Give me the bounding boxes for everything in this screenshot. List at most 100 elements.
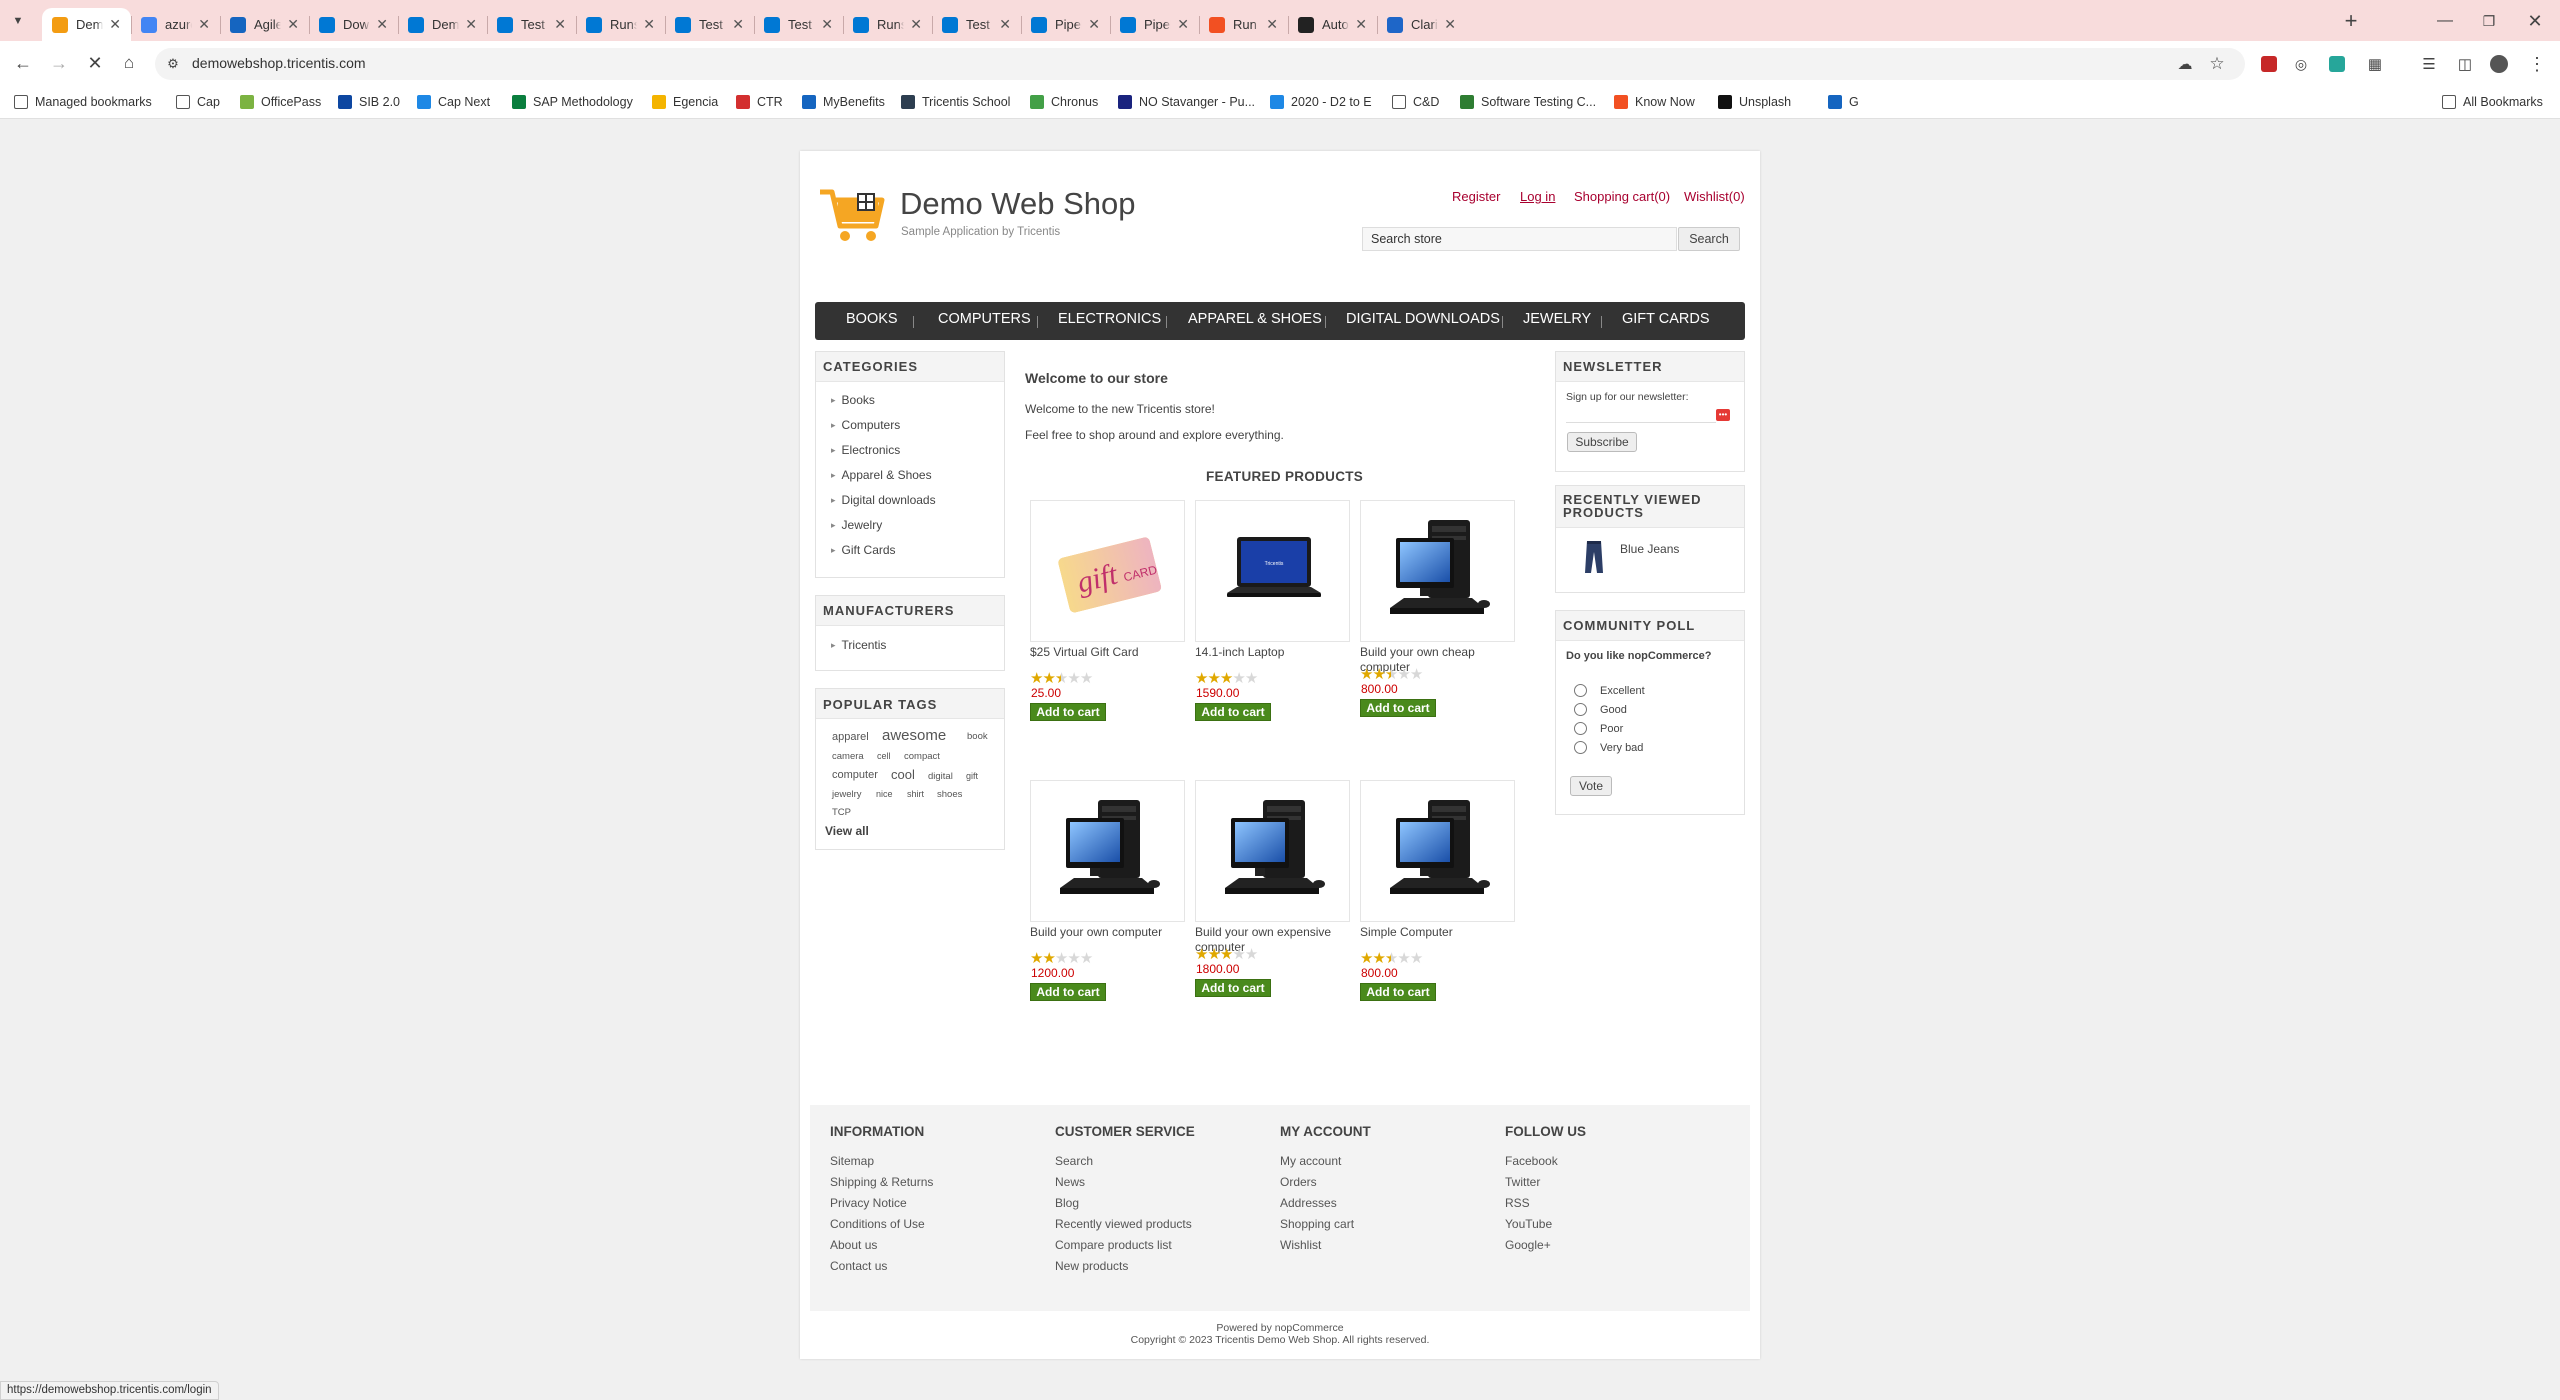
product-title[interactable]: 14.1-inch Laptop xyxy=(1195,645,1355,660)
stop-loading-icon[interactable]: ✕ xyxy=(84,52,106,74)
product-image-box[interactable] xyxy=(1360,500,1515,642)
footer-link[interactable]: Privacy Notice xyxy=(830,1196,907,1210)
category-link[interactable]: Jewelry xyxy=(831,518,883,532)
search-input[interactable] xyxy=(1363,228,1675,250)
nav-item-books[interactable]: BOOKS xyxy=(846,311,898,327)
browser-tab[interactable]: Run automated tests ✕ xyxy=(1199,8,1288,41)
poll-option-label[interactable]: Very bad xyxy=(1600,742,1643,754)
tag-link[interactable]: TCP xyxy=(832,807,851,818)
nav-item-computers[interactable]: COMPUTERS xyxy=(938,311,1031,327)
browser-tab[interactable]: Test plans - Tests ✕ xyxy=(754,8,843,41)
close-tab-icon[interactable]: ✕ xyxy=(1444,16,1456,33)
url-text[interactable]: demowebshop.tricentis.com xyxy=(192,55,366,71)
tag-link[interactable]: gift xyxy=(966,771,978,781)
shop-logo-cart-icon[interactable] xyxy=(818,186,888,246)
close-tab-icon[interactable]: ✕ xyxy=(821,16,833,33)
forward-icon[interactable]: → xyxy=(48,52,70,74)
category-link[interactable]: Electronics xyxy=(831,443,901,457)
tag-link[interactable]: jewelry xyxy=(832,789,862,800)
browser-tab[interactable]: azure devops ✕ xyxy=(131,8,220,41)
tag-link[interactable]: nice xyxy=(876,789,893,799)
nav-item-jewelry[interactable]: JEWELRY xyxy=(1523,311,1591,327)
poll-option-radio[interactable] xyxy=(1574,741,1587,754)
poll-option-radio[interactable] xyxy=(1574,684,1587,697)
bookmark-item[interactable]: SAP Methodology xyxy=(512,93,633,111)
tab-search-icon[interactable]: ▼ xyxy=(8,11,28,31)
footer-link[interactable]: New products xyxy=(1055,1259,1128,1273)
extension-icon[interactable] xyxy=(2329,56,2345,72)
nav-item-electronics[interactable]: ELECTRONICS xyxy=(1058,311,1161,327)
browser-tab[interactable]: Test plans - Tests ✕ xyxy=(665,8,754,41)
bookmark-item[interactable]: CTR xyxy=(736,93,783,111)
password-manager-icon[interactable]: ••• xyxy=(1716,409,1730,421)
minimize-icon[interactable]: — xyxy=(2434,10,2456,32)
add-to-cart-button[interactable]: Add to cart xyxy=(1195,703,1271,721)
bookmark-item[interactable]: Unsplash xyxy=(1718,93,1791,111)
close-window-icon[interactable]: ✕ xyxy=(2524,10,2546,32)
login-link[interactable]: Log in xyxy=(1520,189,1555,204)
search-button[interactable]: Search xyxy=(1678,227,1740,251)
extension-icon[interactable] xyxy=(2261,56,2277,72)
tag-link[interactable]: compact xyxy=(904,751,940,762)
shop-title[interactable]: Demo Web Shop xyxy=(900,186,1136,222)
bookmark-item[interactable]: Tricentis School xyxy=(901,93,1010,111)
extension-icon[interactable]: ◎ xyxy=(2290,53,2312,75)
bookmark-item[interactable]: Cap Next xyxy=(417,93,490,111)
close-tab-icon[interactable]: ✕ xyxy=(1088,16,1100,33)
view-all-tags-link[interactable]: View all xyxy=(825,824,869,838)
nav-item-digital-downloads[interactable]: DIGITAL DOWNLOADS xyxy=(1346,311,1500,327)
footer-link[interactable]: RSS xyxy=(1505,1196,1530,1210)
close-tab-icon[interactable]: ✕ xyxy=(910,16,922,33)
tag-link[interactable]: shoes xyxy=(937,789,962,800)
bookmark-item[interactable]: 2020 - D2 to E xyxy=(1270,93,1372,111)
register-link[interactable]: Register xyxy=(1452,189,1500,204)
footer-link[interactable]: Google+ xyxy=(1505,1238,1551,1252)
footer-link[interactable]: Wishlist xyxy=(1280,1238,1321,1252)
product-image-box[interactable]: Tricentis xyxy=(1195,500,1350,642)
nav-item-apparel-shoes[interactable]: APPAREL & SHOES xyxy=(1188,311,1322,327)
poll-option-label[interactable]: Good xyxy=(1600,704,1627,716)
bookmark-item[interactable]: Chronus xyxy=(1030,93,1098,111)
bookmark-item[interactable]: Cap xyxy=(176,93,220,111)
extensions-puzzle-icon[interactable]: ▦ xyxy=(2364,53,2386,75)
profile-avatar-icon[interactable] xyxy=(2490,55,2508,73)
tag-link[interactable]: apparel xyxy=(832,731,869,743)
browser-tab[interactable]: Test plans - Tests ✕ xyxy=(487,8,576,41)
restore-icon[interactable]: ❐ xyxy=(2478,10,2500,32)
close-tab-icon[interactable]: ✕ xyxy=(1266,16,1278,33)
bookmark-item[interactable]: Know Now xyxy=(1614,93,1695,111)
footer-link[interactable]: Recently viewed products xyxy=(1055,1217,1192,1231)
browser-tab[interactable]: Download - Tricentis ✕ xyxy=(309,8,398,41)
browser-tab[interactable]: Runs - Test Plans ✕ xyxy=(843,8,932,41)
product-title[interactable]: $25 Virtual Gift Card xyxy=(1030,645,1190,660)
manufacturer-tricentis[interactable]: Tricentis xyxy=(831,638,887,652)
footer-link[interactable]: Sitemap xyxy=(830,1154,874,1168)
footer-link[interactable]: Twitter xyxy=(1505,1175,1540,1189)
close-tab-icon[interactable]: ✕ xyxy=(554,16,566,33)
add-to-cart-button[interactable]: Add to cart xyxy=(1030,983,1106,1001)
cloud-save-icon[interactable]: ☁ xyxy=(2174,53,2196,75)
browser-tab[interactable]: Runs - Test Plans ✕ xyxy=(576,8,665,41)
wishlist-link[interactable]: Wishlist(0) xyxy=(1684,189,1745,204)
bookmark-item[interactable]: Software Testing C... xyxy=(1460,93,1596,111)
bookmark-item[interactable]: C&D xyxy=(1392,93,1439,111)
footer-link[interactable]: Blog xyxy=(1055,1196,1079,1210)
poll-option-radio[interactable] xyxy=(1574,703,1587,716)
poll-option-radio[interactable] xyxy=(1574,722,1587,735)
tag-link[interactable]: book xyxy=(967,731,988,742)
add-to-cart-button[interactable]: Add to cart xyxy=(1360,983,1436,1001)
bookmark-item[interactable]: MyBenefits xyxy=(802,93,885,111)
close-tab-icon[interactable]: ✕ xyxy=(643,16,655,33)
browser-tab[interactable]: Agile Test Practices ✕ xyxy=(220,8,309,41)
shopping-cart-link[interactable]: Shopping cart(0) xyxy=(1574,189,1670,204)
footer-link[interactable]: Conditions of Use xyxy=(830,1217,925,1231)
all-bookmarks[interactable]: All Bookmarks xyxy=(2442,93,2543,111)
home-icon[interactable]: ⌂ xyxy=(118,52,140,74)
back-icon[interactable]: ← xyxy=(12,52,34,74)
browser-tab[interactable]: Test plans - Tests ✕ xyxy=(932,8,1021,41)
footer-link[interactable]: My account xyxy=(1280,1154,1341,1168)
bookmark-item[interactable]: OfficePass xyxy=(240,93,321,111)
browser-tab[interactable]: Demo - Repos ✕ xyxy=(398,8,487,41)
close-tab-icon[interactable]: ✕ xyxy=(287,16,299,33)
side-panel-icon[interactable]: ◫ xyxy=(2454,53,2476,75)
